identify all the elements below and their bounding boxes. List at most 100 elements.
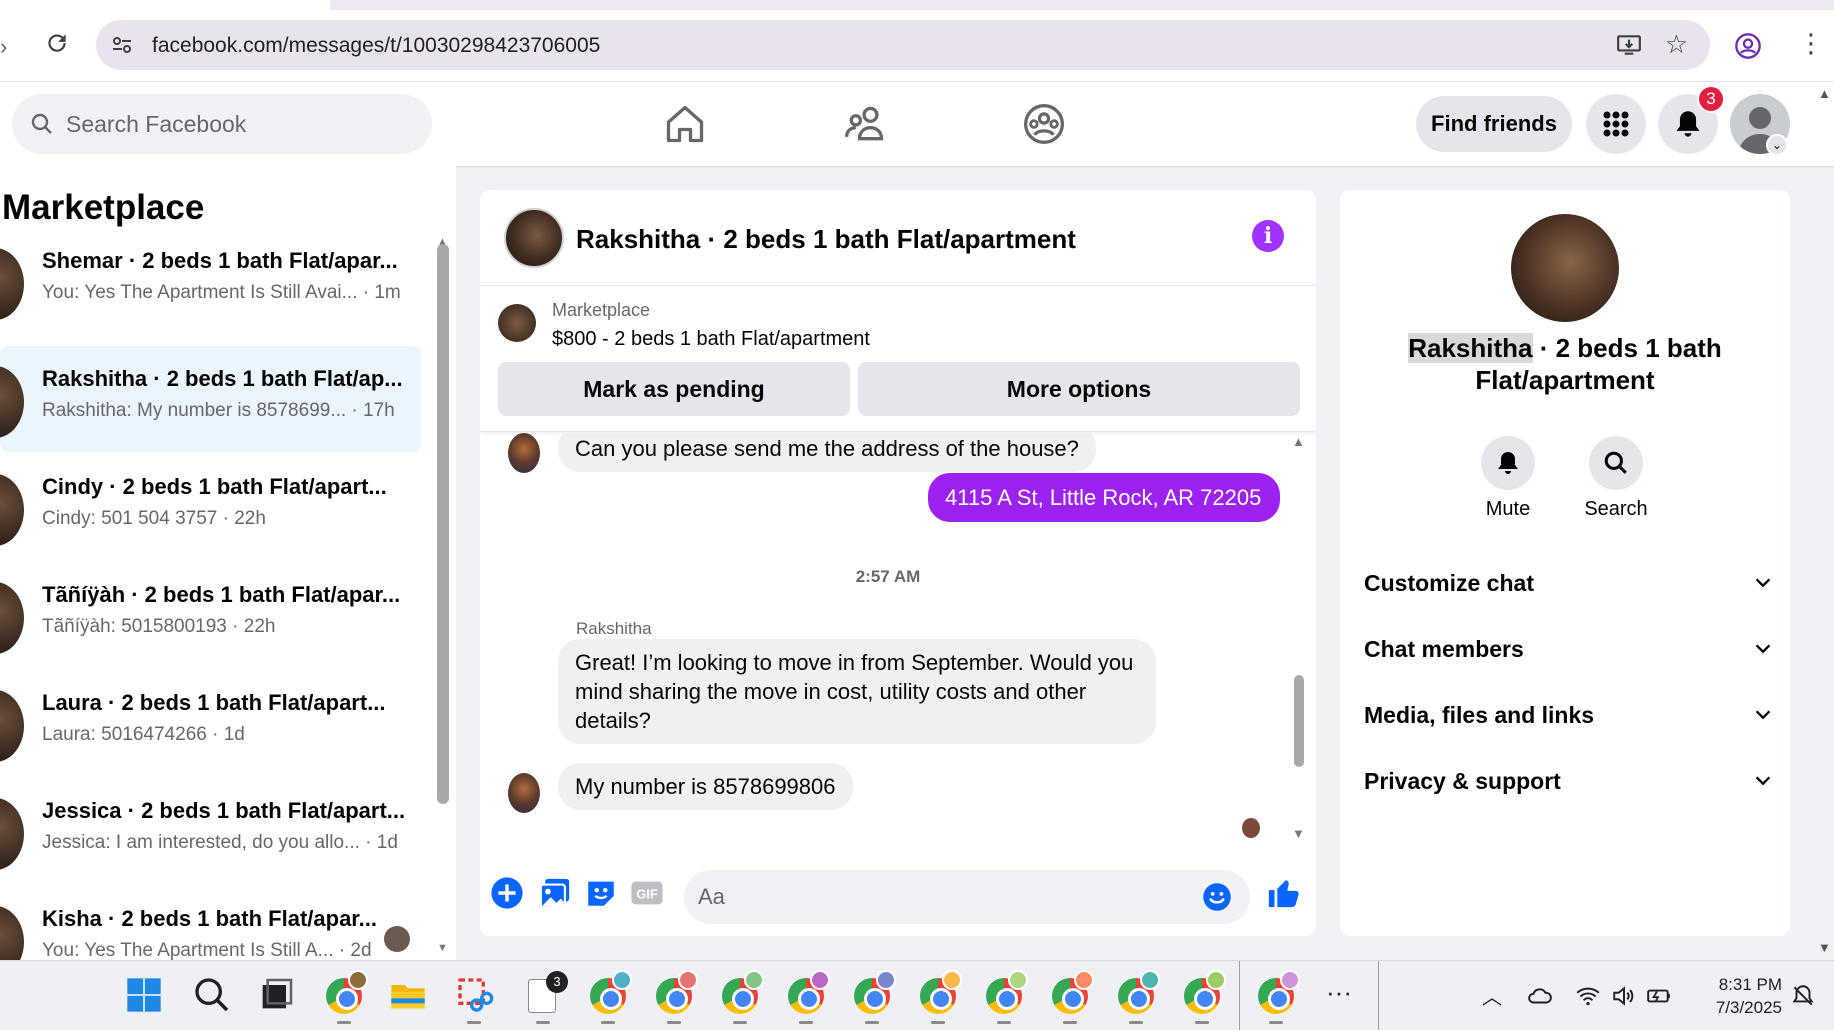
battery-icon[interactable] (1646, 983, 1672, 1009)
chrome-taskbar-icon[interactable] (1052, 970, 1094, 1014)
windows-start-icon[interactable] (124, 975, 164, 1015)
facebook-search[interactable] (12, 94, 432, 154)
chrome-taskbar-icon[interactable] (1184, 970, 1226, 1014)
chrome-taskbar-icon[interactable] (1258, 970, 1300, 1014)
sidebar-scrollbar[interactable] (437, 244, 449, 804)
install-app-icon[interactable] (1616, 32, 1642, 58)
chrome-taskbar-icon[interactable] (722, 970, 764, 1014)
listing-thumbnail[interactable] (498, 304, 536, 342)
notification-center-icon[interactable] (1790, 983, 1816, 1009)
conversation-item[interactable]: Kisha · 2 beds 1 bath Flat/apar... You: … (0, 886, 421, 960)
photo-icon[interactable] (538, 876, 572, 910)
wifi-icon[interactable] (1575, 983, 1601, 1009)
more-options-button[interactable]: More options (858, 362, 1300, 416)
sticker-icon[interactable] (584, 876, 618, 910)
reload-icon[interactable] (44, 30, 70, 56)
conversation-preview: You: Yes The Apartment Is Still A... · 2… (42, 940, 372, 960)
gif-icon[interactable]: GIF (630, 876, 664, 910)
system-clock[interactable]: 8:31 PM 7/3/2025 (1686, 973, 1782, 1019)
tray-overflow-icon[interactable]: ︿ (1482, 981, 1502, 1010)
section-customize-chat[interactable]: Customize chat (1364, 564, 1774, 604)
conversation-preview: Laura: 5016474266 · 1d (42, 724, 245, 745)
menu-button[interactable] (1586, 94, 1646, 154)
mute-button[interactable] (1481, 436, 1535, 490)
chevron-down-icon (1755, 578, 1771, 588)
browser-menu-icon[interactable]: ⋮ (1798, 30, 1824, 56)
search-input[interactable] (66, 104, 406, 144)
conversation-sidebar: Marketplace Shemar · 2 beds 1 bath Flat/… (0, 166, 456, 960)
conversation-item[interactable]: Jessica · 2 beds 1 bath Flat/apart... Je… (0, 778, 421, 884)
chrome-taskbar-icon[interactable] (854, 970, 896, 1014)
chrome-taskbar-icon[interactable] (920, 970, 962, 1014)
running-indicator (467, 1021, 481, 1024)
section-media-files-links[interactable]: Media, files and links (1364, 696, 1774, 736)
search-icon[interactable] (192, 975, 232, 1015)
scroll-up-arrow-icon[interactable]: ▲ (1818, 86, 1831, 101)
running-indicator (1129, 1021, 1143, 1024)
message-composer: GIF (480, 858, 1316, 936)
chrome-taskbar-icon[interactable] (590, 970, 632, 1014)
url-text[interactable]: facebook.com/messages/t/1003029842370600… (152, 34, 600, 58)
listing-price-title[interactable]: $800 - 2 beds 1 bath Flat/apartment (552, 328, 870, 351)
groups-icon[interactable] (1022, 102, 1066, 146)
section-privacy-support[interactable]: Privacy & support (1364, 762, 1774, 802)
conversation-title: Tãñíÿàh · 2 beds 1 bath Flat/apar... (42, 582, 401, 607)
more-apps-icon[interactable]: ··· (1326, 977, 1352, 1008)
home-icon[interactable] (663, 102, 707, 146)
section-chat-members[interactable]: Chat members (1364, 630, 1774, 670)
conversation-avatar (0, 474, 24, 546)
mark-as-pending-button[interactable]: Mark as pending (498, 362, 850, 416)
conversation-item[interactable]: Laura · 2 beds 1 bath Flat/apart... Laur… (0, 670, 421, 776)
contact-avatar[interactable] (1511, 214, 1619, 322)
running-indicator (1195, 1021, 1209, 1024)
conversation-avatar (0, 366, 24, 438)
chevron-down-icon (1755, 644, 1771, 654)
section-label: Media, files and links (1364, 702, 1595, 728)
search-label: Search (1584, 498, 1648, 520)
chrome-taskbar-icon[interactable] (656, 970, 698, 1014)
conversation-item[interactable]: Shemar · 2 beds 1 bath Flat/apar... You:… (0, 228, 421, 334)
message-bubble-incoming: Can you please send me the address of th… (558, 433, 1096, 472)
scroll-down-arrow-icon[interactable]: ▼ (1292, 826, 1305, 841)
bookmark-star-icon[interactable]: ☆ (1665, 31, 1688, 57)
message-input-field[interactable] (684, 870, 1250, 924)
scroll-up-arrow-icon[interactable]: ▲ (1292, 434, 1305, 449)
snipping-tool-icon[interactable] (455, 975, 495, 1015)
chat-panel: Rakshitha · 2 beds 1 bath Flat/apartment… (480, 190, 1316, 936)
thumbs-up-icon[interactable] (1266, 876, 1300, 910)
clock-time: 8:31 PM (1718, 975, 1782, 994)
chrome-taskbar-icon[interactable] (1118, 970, 1160, 1014)
file-explorer-icon[interactable] (388, 975, 428, 1015)
chrome-taskbar-icon[interactable] (326, 970, 368, 1014)
task-view-icon[interactable] (256, 975, 296, 1015)
friends-icon[interactable] (843, 102, 887, 146)
chrome-taskbar-icon[interactable] (986, 970, 1028, 1014)
address-bar[interactable]: facebook.com/messages/t/1003029842370600… (96, 20, 1710, 70)
scroll-down-arrow-icon[interactable]: ▼ (1818, 940, 1831, 955)
profile-icon[interactable] (1734, 32, 1762, 60)
scroll-down-arrow-icon[interactable]: ▼ (437, 942, 448, 954)
chrome-taskbar-icon[interactable] (788, 970, 830, 1014)
info-icon[interactable]: i (1252, 220, 1284, 252)
conversation-item[interactable]: Cindy · 2 beds 1 bath Flat/apart... Cind… (0, 454, 421, 560)
emoji-icon[interactable] (1202, 882, 1232, 912)
section-label: Privacy & support (1364, 768, 1561, 794)
bell-icon (1676, 111, 1700, 137)
find-friends-button[interactable]: Find friends (1416, 96, 1572, 152)
volume-icon[interactable] (1611, 983, 1637, 1009)
chat-title[interactable]: Rakshitha · 2 beds 1 bath Flat/apartment (576, 224, 1076, 255)
conversation-item[interactable]: Tãñíÿàh · 2 beds 1 bath Flat/apar... Tãñ… (0, 562, 421, 668)
chevron-down-icon (1755, 776, 1771, 786)
onedrive-icon[interactable] (1527, 983, 1553, 1009)
conversation-preview: Cindy: 501 504 3757 · 22h (42, 508, 266, 529)
forward-icon[interactable]: › (0, 34, 7, 60)
conversation-preview: Rakshitha: My number is 8578699... · 17h (42, 400, 395, 421)
conversation-item-active[interactable]: Rakshitha · 2 beds 1 bath Flat/ap... Rak… (0, 346, 421, 452)
site-settings-icon[interactable] (110, 33, 134, 57)
plus-circle-icon[interactable] (490, 876, 524, 910)
thread-scrollbar[interactable] (1294, 675, 1304, 767)
chat-avatar[interactable] (504, 208, 564, 268)
message-input[interactable] (698, 878, 1178, 916)
search-in-conversation-button[interactable] (1589, 436, 1643, 490)
chevron-down-icon[interactable]: ⌄ (1766, 134, 1788, 156)
